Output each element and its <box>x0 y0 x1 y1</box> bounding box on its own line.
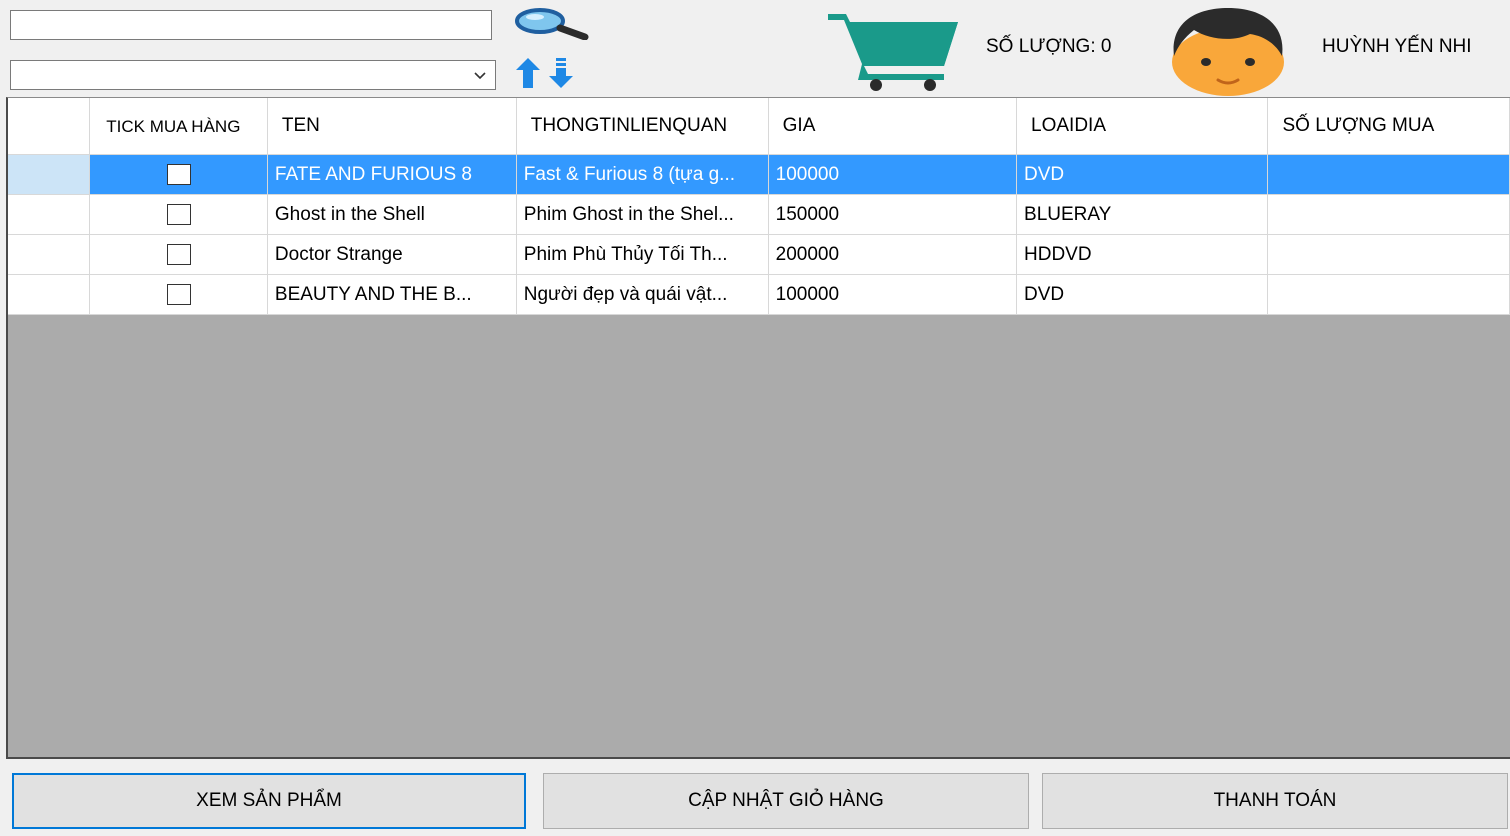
cell-gia[interactable]: 200000 <box>768 234 1018 275</box>
row-header[interactable] <box>8 154 91 195</box>
cell-ten[interactable]: Ghost in the Shell <box>267 194 517 235</box>
column-header-thongtin[interactable]: THONGTINLIENQUAN <box>516 98 769 155</box>
checkout-button[interactable]: THANH TOÁN <box>1042 773 1508 829</box>
column-header-gia[interactable]: GIA <box>768 98 1018 155</box>
cell-gia[interactable]: 100000 <box>768 154 1018 195</box>
table-row[interactable]: BEAUTY AND THE B... Người đẹp và quái vậ… <box>8 274 1510 315</box>
column-header-ten[interactable]: TEN <box>267 98 517 155</box>
tick-cell[interactable] <box>89 274 268 315</box>
cell-soluong[interactable] <box>1267 234 1510 275</box>
cell-soluong[interactable] <box>1267 274 1510 315</box>
column-header-tick[interactable]: TICK MUA HÀNG <box>89 98 268 155</box>
table-row[interactable]: Doctor Strange Phim Phù Thủy Tối Th... 2… <box>8 234 1510 275</box>
row-header[interactable] <box>8 234 91 275</box>
row-header-corner <box>8 98 91 155</box>
product-grid[interactable]: TICK MUA HÀNG TEN THONGTINLIENQUAN GIA L… <box>6 97 1510 759</box>
tick-cell[interactable] <box>89 234 268 275</box>
sort-select[interactable] <box>10 60 496 90</box>
search-input[interactable] <box>10 10 492 40</box>
cell-thongtin[interactable]: Fast & Furious 8 (tựa g... <box>516 154 769 195</box>
row-header[interactable] <box>8 194 91 235</box>
cell-ten[interactable]: BEAUTY AND THE B... <box>267 274 517 315</box>
buy-checkbox[interactable] <box>166 203 191 225</box>
cell-thongtin[interactable]: Phim Ghost in the Shel... <box>516 194 769 235</box>
cell-thongtin[interactable]: Người đẹp và quái vật... <box>516 274 769 315</box>
cart-icon <box>828 14 958 91</box>
avatar <box>1172 8 1284 96</box>
buy-checkbox[interactable] <box>166 283 191 305</box>
table-row[interactable]: Ghost in the Shell Phim Ghost in the She… <box>8 194 1510 235</box>
chevron-down-icon <box>474 72 486 80</box>
search-icon[interactable] <box>512 6 590 40</box>
column-header-loaidia[interactable]: LOAIDIA <box>1016 98 1269 155</box>
cell-loaidia[interactable]: DVD <box>1016 154 1269 195</box>
sort-asc-desc-icon[interactable] <box>514 56 582 90</box>
cell-gia[interactable]: 150000 <box>768 194 1018 235</box>
product-table: TICK MUA HÀNG TEN THONGTINLIENQUAN GIA L… <box>8 98 1510 315</box>
cell-soluong[interactable] <box>1267 194 1510 235</box>
cell-ten[interactable]: Doctor Strange <box>267 234 517 275</box>
cell-loaidia[interactable]: HDDVD <box>1016 234 1269 275</box>
cell-soluong[interactable] <box>1267 154 1510 195</box>
cell-loaidia[interactable]: BLUERAY <box>1016 194 1269 235</box>
cell-thongtin[interactable]: Phim Phù Thủy Tối Th... <box>516 234 769 275</box>
cell-loaidia[interactable]: DVD <box>1016 274 1269 315</box>
cell-gia[interactable]: 100000 <box>768 274 1018 315</box>
table-row[interactable]: FATE AND FURIOUS 8 Fast & Furious 8 (tựa… <box>8 154 1510 195</box>
table-header-row: TICK MUA HÀNG TEN THONGTINLIENQUAN GIA L… <box>8 98 1510 155</box>
user-name: HUỲNH YẾN NHI <box>1322 36 1472 57</box>
tick-cell[interactable] <box>89 194 268 235</box>
cell-ten[interactable]: FATE AND FURIOUS 8 <box>267 154 517 195</box>
update-cart-button[interactable]: CẬP NHẬT GIỎ HÀNG <box>543 773 1029 829</box>
buy-checkbox[interactable] <box>166 163 191 185</box>
buy-checkbox[interactable] <box>166 243 191 265</box>
column-header-soluong[interactable]: SỐ LƯỢNG MUA <box>1267 98 1510 155</box>
row-header[interactable] <box>8 274 91 315</box>
cart-quantity-label: SỐ LƯỢNG: 0 <box>986 36 1112 57</box>
tick-cell[interactable] <box>89 154 268 195</box>
view-products-button[interactable]: XEM SẢN PHẨM <box>12 773 526 829</box>
